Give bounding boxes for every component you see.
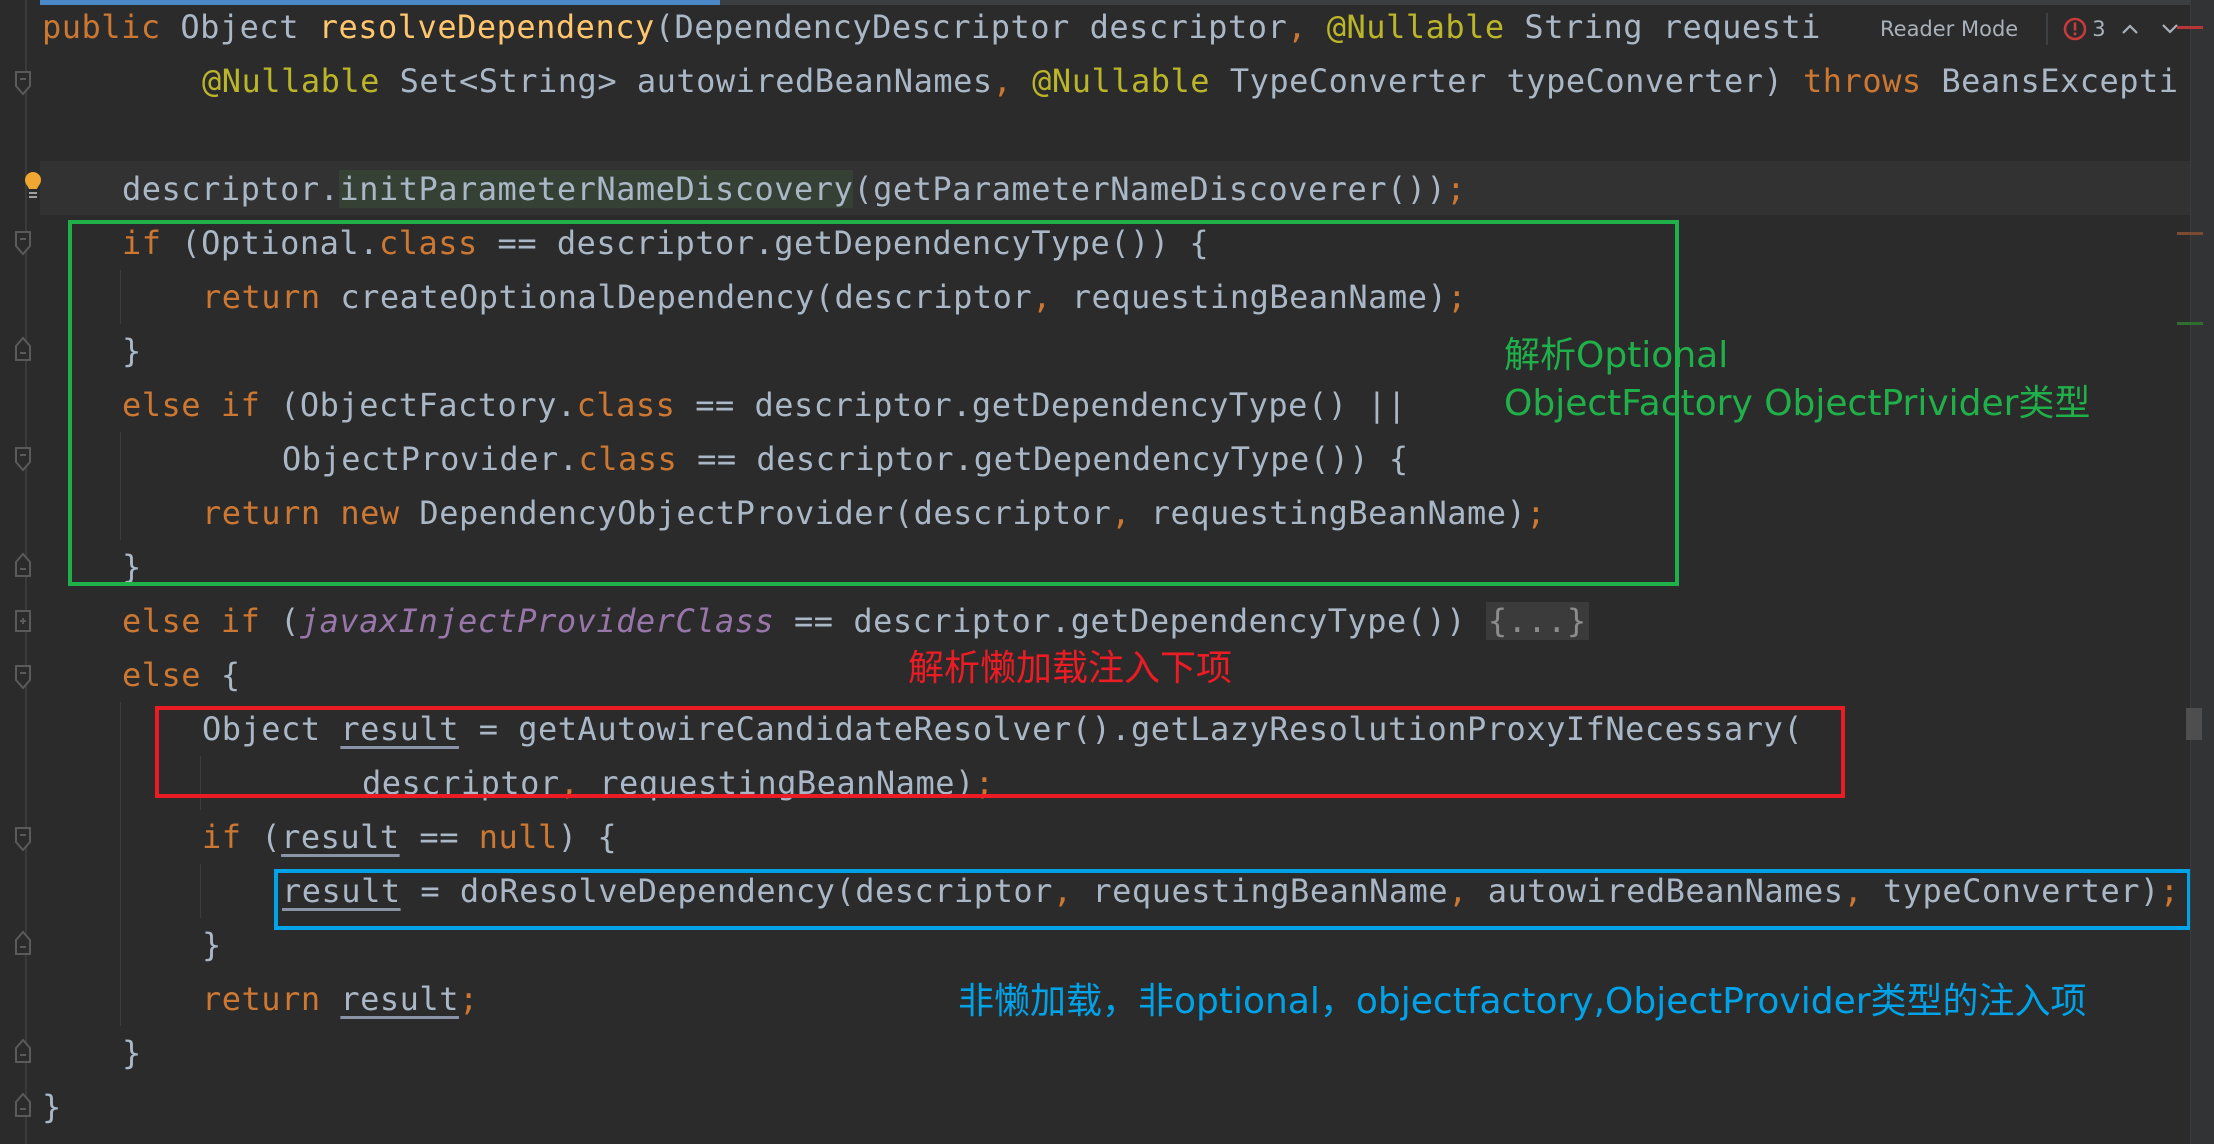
identifier: descriptor <box>853 602 1051 640</box>
code-line: return result; <box>202 980 479 1018</box>
code-line: else { <box>122 656 241 694</box>
error-count: 3 <box>2092 17 2106 41</box>
annotation: @Nullable <box>202 62 380 100</box>
annotation-box-red <box>155 706 1845 798</box>
type: TypeConverter <box>1229 62 1487 100</box>
annotation-note-red: 解析懒加载注入下项 <box>908 648 1233 689</box>
annotation-note-green: 解析Optional ObjectFactory ObjectPrivider类型 <box>1504 332 2090 428</box>
keyword: else <box>122 656 202 694</box>
type: BeansExcepti <box>1941 62 2179 100</box>
type: Object <box>180 8 299 46</box>
next-highlight-button[interactable] <box>2154 13 2186 45</box>
scrollbar-thumb[interactable] <box>2186 708 2202 740</box>
code-line: if (result == null) { <box>202 818 618 856</box>
chevron-up-icon <box>2121 24 2138 34</box>
code-line: else if (javaxInjectProviderClass == des… <box>122 602 1589 640</box>
type: DependencyDescriptor <box>674 8 1070 46</box>
method-call: getParameterNameDiscoverer <box>873 170 1387 208</box>
param: autowiredBeanNames <box>636 62 993 100</box>
change-marker[interactable] <box>2177 322 2203 325</box>
keyword: if <box>202 818 242 856</box>
code-line: } <box>42 1088 62 1126</box>
previous-highlight-button[interactable] <box>2114 13 2146 45</box>
code-line: } <box>202 926 222 964</box>
type: Set<String> <box>399 62 618 100</box>
identifier: descriptor <box>122 170 320 208</box>
code-line: } <box>122 1034 142 1072</box>
code-line: @Nullable Set<String> autowiredBeanNames… <box>202 62 2179 100</box>
variable: result <box>340 980 459 1018</box>
method-name: resolveDependency <box>318 8 655 46</box>
keyword: else <box>122 602 202 640</box>
variable: result <box>281 818 400 856</box>
keyword: return <box>202 980 321 1018</box>
type: String <box>1524 8 1644 46</box>
annotation-box-blue <box>274 869 2191 930</box>
param: typeConverter <box>1506 62 1764 100</box>
folded-code-placeholder[interactable]: {...} <box>1485 602 1589 640</box>
method-call-highlighted: initParameterNameDiscovery <box>339 170 854 208</box>
error-count-widget[interactable]: 3 <box>2062 16 2106 42</box>
param: descriptor <box>1089 8 1288 46</box>
vertical-scrollbar[interactable] <box>2190 0 2214 1144</box>
code-line: descriptor.initParameterNameDiscovery(ge… <box>122 170 1467 208</box>
reader-mode-button[interactable]: Reader Mode <box>1864 17 2032 41</box>
note-text: ObjectFactory ObjectPrivider类型 <box>1504 383 2091 424</box>
chevron-down-icon <box>2161 24 2178 34</box>
code-line: public Object resolveDependency(Dependen… <box>42 8 1821 46</box>
annotation: @Nullable <box>1032 62 1211 100</box>
field: javaxInjectProviderClass <box>299 602 775 640</box>
method-call: getDependencyType <box>1070 602 1407 640</box>
error-marker[interactable] <box>2177 26 2203 29</box>
param: requesti <box>1662 8 1821 46</box>
annotation-note-blue: 非懒加载，非optional，objectfactory,ObjectProvi… <box>958 981 2087 1022</box>
keyword: null <box>478 818 558 856</box>
inspection-toolbar: Reader Mode 3 <box>1858 8 2186 50</box>
keyword: public <box>42 8 161 46</box>
keyword: if <box>220 602 261 640</box>
error-circle-icon <box>2063 17 2087 41</box>
toolbar-separator <box>2046 13 2049 45</box>
note-text: 解析Optional <box>1504 335 1729 376</box>
warning-marker[interactable] <box>2177 232 2203 235</box>
annotation-box-green <box>68 220 1679 586</box>
keyword: throws <box>1803 62 1922 100</box>
annotation: @Nullable <box>1326 8 1505 46</box>
